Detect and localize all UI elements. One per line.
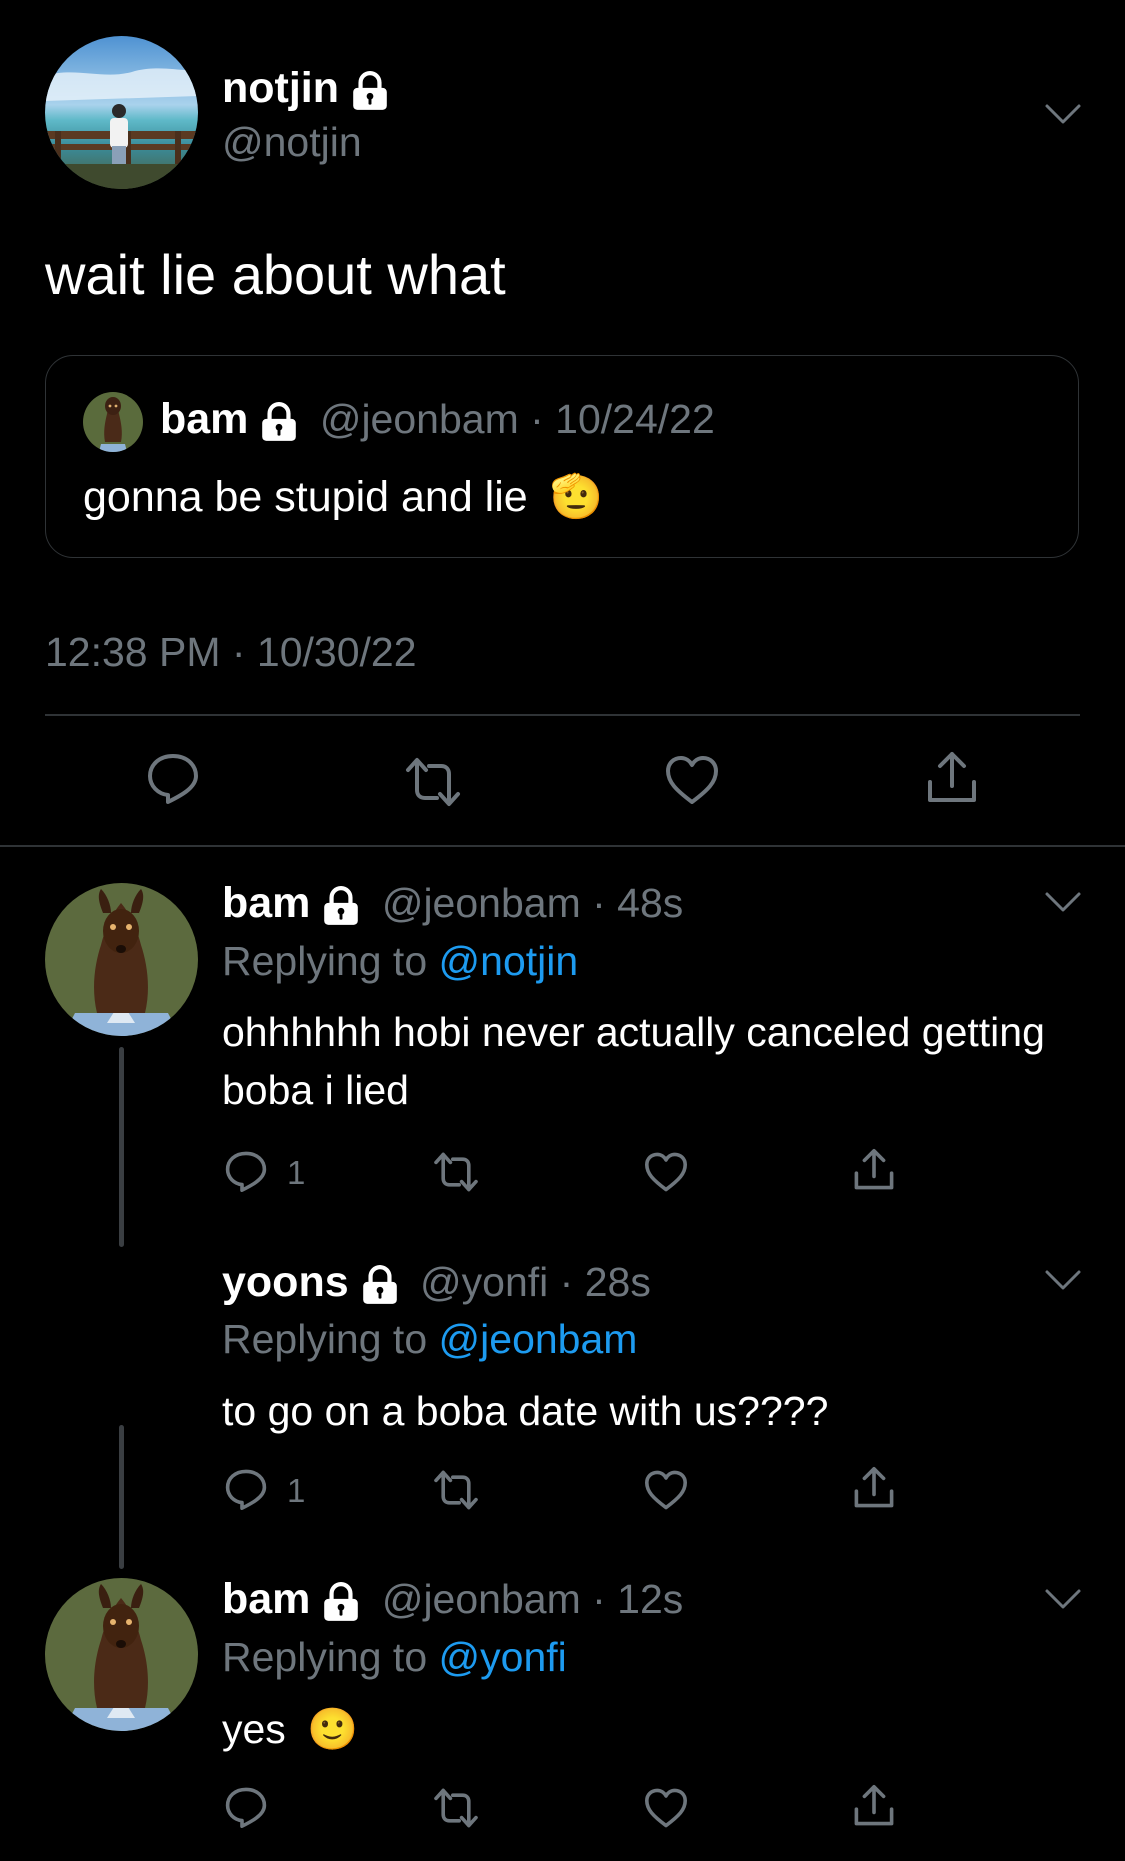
slightly-smiling-face-emoji: 🙂 bbox=[307, 1706, 359, 1752]
saluting-face-emoji: 🫡 bbox=[549, 473, 604, 521]
thread-line bbox=[119, 1047, 124, 1247]
reply-count: 1 bbox=[287, 1154, 306, 1191]
reply-icon[interactable] bbox=[143, 748, 203, 808]
tweet-timestamp[interactable]: 12:38 PM · 10/30/22 bbox=[45, 627, 417, 677]
replying-to-link[interactable]: @jeonbam bbox=[439, 1316, 638, 1362]
quoted-tweet[interactable]: bam @jeonbam · 10/24/22 gonna be stupid … bbox=[45, 355, 1079, 558]
author-handle[interactable]: @notjin bbox=[222, 116, 362, 168]
reply-text-row: yes 🙂 bbox=[222, 1700, 358, 1758]
reply-text: to go on a boba date with us???? bbox=[222, 1388, 829, 1434]
quoted-text: gonna be stupid and lie bbox=[83, 473, 528, 521]
replying-to-label: Replying to bbox=[222, 1316, 428, 1362]
divider bbox=[45, 714, 1080, 716]
share-icon[interactable] bbox=[922, 748, 982, 808]
reply-author-name[interactable]: bam bbox=[222, 1575, 310, 1623]
author-name-text[interactable]: notjin bbox=[222, 64, 339, 112]
like-icon[interactable] bbox=[662, 750, 722, 810]
quoted-text-row: gonna be stupid and lie 🫡 bbox=[83, 471, 603, 523]
replying-to-label: Replying to bbox=[222, 1634, 428, 1680]
chevron-down-icon[interactable] bbox=[1043, 890, 1083, 914]
share-icon[interactable] bbox=[850, 1782, 898, 1830]
like-icon[interactable] bbox=[642, 1148, 690, 1196]
avatar[interactable] bbox=[45, 36, 198, 189]
retweet-icon[interactable] bbox=[403, 752, 463, 812]
divider bbox=[0, 845, 1125, 847]
quoted-date: 10/24/22 bbox=[555, 396, 715, 442]
replying-to-link[interactable]: @notjin bbox=[439, 938, 579, 984]
reply-action-bar bbox=[222, 1778, 1052, 1838]
reply-author-handle[interactable]: @yonfi bbox=[420, 1259, 548, 1305]
chevron-down-icon[interactable] bbox=[1043, 102, 1083, 126]
thread-line bbox=[119, 1425, 124, 1569]
share-icon[interactable] bbox=[850, 1146, 898, 1194]
reply-header: bam @jeonbam · 12s bbox=[222, 1575, 684, 1623]
reply-count: 1 bbox=[287, 1472, 306, 1509]
lock-icon bbox=[320, 885, 362, 927]
lock-icon bbox=[349, 70, 391, 112]
retweet-icon[interactable] bbox=[432, 1148, 480, 1196]
replying-to: Replying to @jeonbam bbox=[222, 1314, 637, 1364]
reply-action-bar: 1 bbox=[222, 1142, 1052, 1202]
replying-to: Replying to @yonfi bbox=[222, 1632, 567, 1682]
replying-to: Replying to @notjin bbox=[222, 936, 578, 986]
author-name[interactable]: notjin bbox=[222, 62, 391, 114]
quoted-author-handle: @jeonbam bbox=[319, 396, 519, 442]
lock-icon bbox=[320, 1581, 362, 1623]
reply-header: yoons @yonfi · 28s bbox=[222, 1258, 651, 1306]
reply-icon[interactable] bbox=[222, 1147, 270, 1195]
reply-author-handle[interactable]: @jeonbam bbox=[382, 1576, 581, 1622]
reply-author-name[interactable]: bam bbox=[222, 879, 310, 927]
tweet-text: wait lie about what bbox=[45, 243, 506, 306]
retweet-icon[interactable] bbox=[432, 1784, 480, 1832]
chevron-down-icon[interactable] bbox=[1043, 1587, 1083, 1611]
replying-to-link[interactable]: @yonfi bbox=[439, 1634, 567, 1680]
quoted-author-name: bam bbox=[160, 395, 249, 443]
reply-icon[interactable] bbox=[222, 1465, 270, 1513]
like-icon[interactable] bbox=[642, 1784, 690, 1832]
reply-time[interactable]: 28s bbox=[585, 1259, 651, 1305]
reply-icon[interactable] bbox=[222, 1783, 270, 1831]
lock-icon bbox=[258, 401, 300, 443]
chevron-down-icon[interactable] bbox=[1043, 1268, 1083, 1292]
reply-time[interactable]: 12s bbox=[617, 1576, 683, 1622]
lock-icon bbox=[359, 1264, 401, 1306]
avatar[interactable] bbox=[45, 883, 198, 1036]
retweet-icon[interactable] bbox=[432, 1466, 480, 1514]
share-icon[interactable] bbox=[850, 1464, 898, 1512]
reply-text: yes bbox=[222, 1706, 286, 1752]
reply-text: ohhhhhh hobi never actually canceled get… bbox=[222, 1009, 1045, 1113]
replying-to-label: Replying to bbox=[222, 938, 428, 984]
reply-time[interactable]: 48s bbox=[617, 880, 683, 926]
reply-author-name[interactable]: yoons bbox=[222, 1258, 349, 1306]
avatar[interactable] bbox=[45, 1578, 198, 1731]
quoted-avatar bbox=[83, 392, 143, 452]
reply-action-bar: 1 bbox=[222, 1460, 1052, 1520]
reply-header: bam @jeonbam · 48s bbox=[222, 879, 684, 927]
quoted-header: bam @jeonbam · 10/24/22 bbox=[160, 395, 715, 443]
reply-author-handle[interactable]: @jeonbam bbox=[382, 880, 581, 926]
like-icon[interactable] bbox=[642, 1466, 690, 1514]
